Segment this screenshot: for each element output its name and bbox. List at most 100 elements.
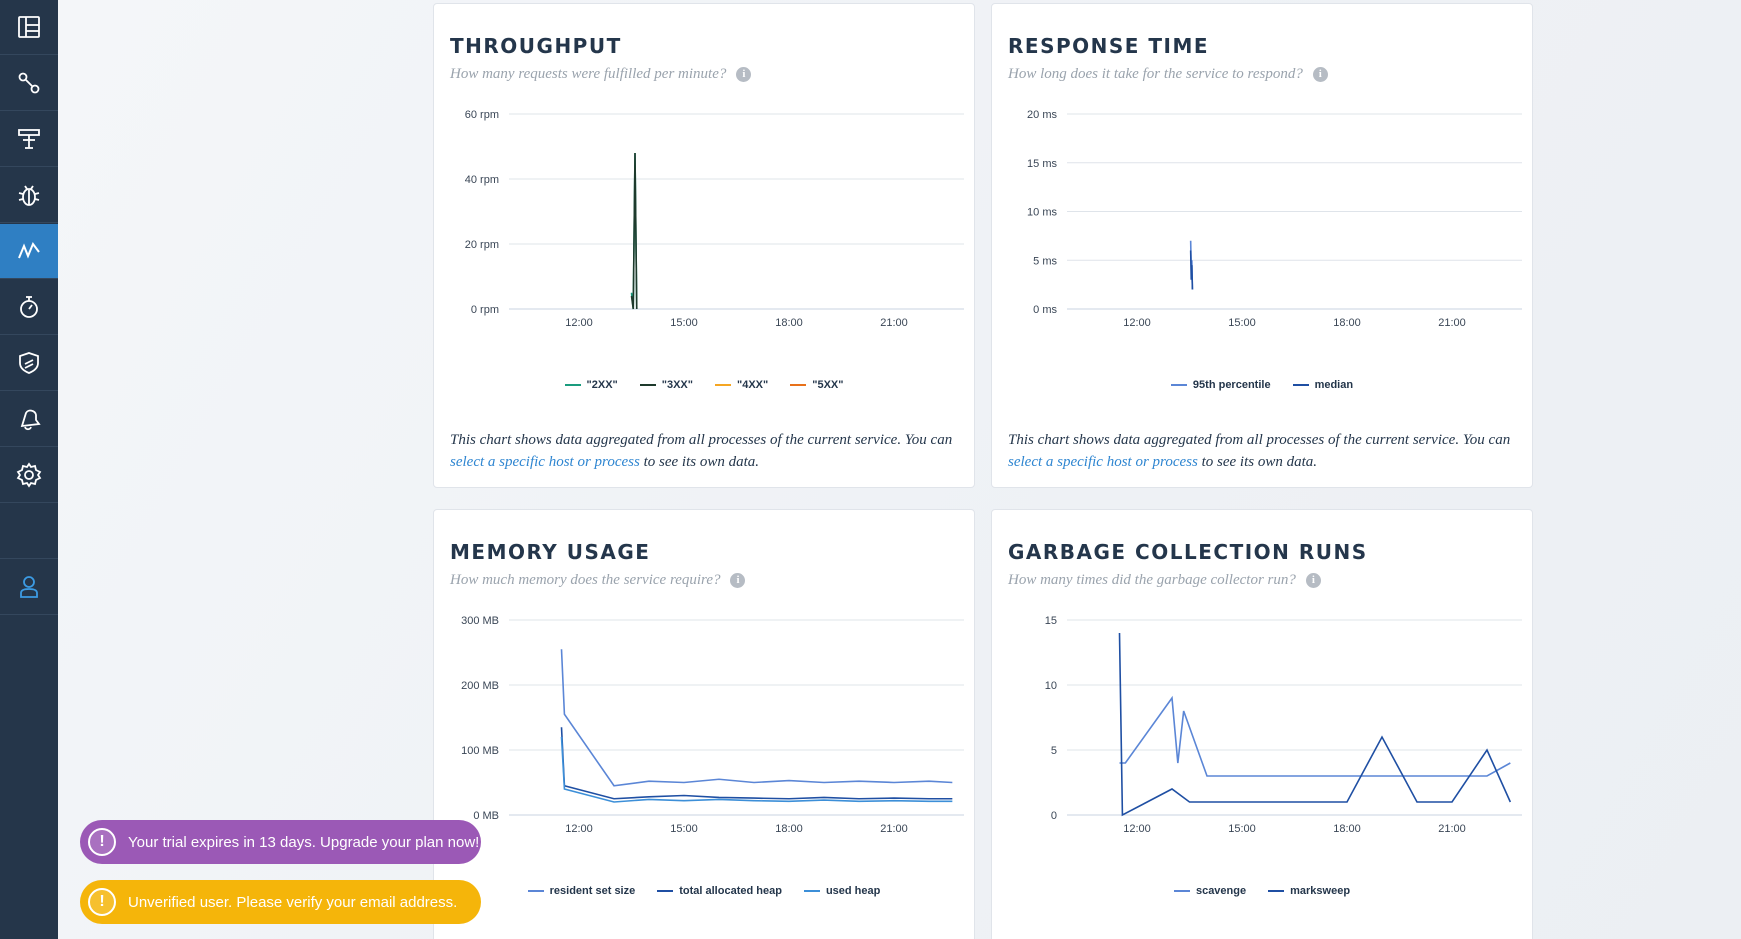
sidebar-item-traces[interactable]: [0, 112, 58, 167]
chart-legend: "2XX" "3XX" "4XX" "5XX": [434, 379, 974, 391]
legend-swatch: [1173, 890, 1190, 892]
select-host-link[interactable]: select a specific host or process: [1008, 454, 1198, 470]
y-tick-label: 20 ms: [1027, 109, 1057, 121]
toast-text: Your trial expires in 13 days. Upgrade y…: [128, 833, 480, 851]
y-tick-label: 60 rpm: [465, 109, 499, 121]
sidebar-spacer: [0, 504, 58, 559]
dashboard-icon: [18, 16, 40, 38]
legend-label: "4XX": [737, 379, 769, 391]
info-icon[interactable]: i: [1312, 67, 1328, 82]
x-tick-label: 21:00: [1438, 317, 1466, 329]
card-subtitle: How long does it take for the service to…: [1008, 66, 1328, 83]
bug-icon: [18, 185, 40, 206]
memory-usage-card: MEMORY USAGE How much memory does the se…: [433, 509, 975, 939]
legend-label: scavenge: [1195, 885, 1247, 897]
funnel-icon: [18, 129, 40, 149]
series-line: [560, 736, 953, 803]
legend-item[interactable]: 95th percentile: [1170, 379, 1271, 391]
y-tick-label: 40 rpm: [465, 174, 499, 186]
legend-item[interactable]: resident set size: [527, 885, 636, 897]
legend-item[interactable]: "3XX": [639, 379, 693, 391]
memory-usage-chart: 0 MB 100 MB 200 MB 300 MB 12:00 15:00 18:00 21:…: [461, 615, 964, 835]
info-icon[interactable]: i: [730, 573, 746, 588]
alert-icon: !: [88, 888, 116, 916]
gc-runs-chart: 0 5 10 15 12:00 15:00 18:00 21:00: [1045, 615, 1522, 835]
card-subtitle: How much memory does the service require…: [450, 572, 746, 589]
card-title: RESPONSE TIME: [1008, 34, 1210, 58]
sidebar-item-security[interactable]: [0, 336, 58, 391]
legend-swatch: [803, 890, 820, 892]
sidebar-item-timing[interactable]: [0, 280, 58, 335]
sidebar-item-account[interactable]: [0, 560, 58, 615]
y-tick-label: 10: [1045, 680, 1057, 692]
legend-item[interactable]: "4XX": [715, 379, 768, 391]
response-time-chart: 0 ms 5 ms 10 ms 15 ms 20 ms 12:00 15:00 18:00 21…: [1027, 109, 1522, 329]
x-tick-label: 15:00: [670, 317, 698, 329]
sidebar-item-errors[interactable]: [0, 168, 58, 223]
series-line: [1189, 250, 1194, 290]
x-tick-label: 12:00: [565, 317, 593, 329]
legend-item[interactable]: used heap: [803, 885, 880, 897]
legend-item[interactable]: median: [1292, 379, 1353, 391]
y-tick-label: 0: [1051, 810, 1057, 822]
series-line: [1119, 695, 1511, 777]
throughput-chart: 0 rpm 20 rpm 40 rpm 60 rpm 12:00 15:00 18:00 21…: [465, 109, 964, 329]
sidebar-item-settings[interactable]: [0, 448, 58, 503]
y-tick-label: 5 ms: [1033, 255, 1057, 267]
legend-item[interactable]: "2XX": [564, 379, 618, 391]
legend-label: marksweep: [1290, 885, 1351, 897]
y-tick-label: 15 ms: [1027, 158, 1057, 170]
legend-item[interactable]: scavenge: [1173, 885, 1247, 897]
legend-swatch: [527, 890, 544, 892]
legend-swatch: [790, 384, 807, 386]
sidebar: [0, 0, 58, 939]
sidebar-item-dependencies[interactable]: [0, 56, 58, 111]
sidebar-item-alerts[interactable]: [0, 392, 58, 447]
y-tick-label: 0 ms: [1033, 304, 1057, 316]
legend-swatch: [715, 384, 731, 386]
legend-label: total allocated heap: [679, 885, 782, 897]
x-tick-label: 21:00: [880, 317, 908, 329]
info-icon[interactable]: i: [1305, 573, 1321, 588]
trial-toast[interactable]: ! Your trial expires in 13 days. Upgrade…: [80, 820, 481, 864]
y-tick-label: 20 rpm: [465, 239, 499, 251]
legend-label: 95th percentile: [1192, 379, 1271, 391]
x-tick-label: 18:00: [775, 317, 803, 329]
chart-legend: 95th percentile median: [992, 379, 1532, 391]
sidebar-item-metrics[interactable]: [0, 224, 58, 279]
series-line: [560, 727, 953, 800]
x-tick-label: 12:00: [1123, 317, 1151, 329]
y-tick-label: 0 rpm: [471, 304, 499, 316]
legend-item[interactable]: marksweep: [1268, 885, 1350, 897]
x-tick-label: 21:00: [880, 823, 908, 835]
card-title: THROUGHPUT: [450, 34, 622, 58]
toast-text: Unverified user. Please verify your emai…: [128, 893, 458, 911]
x-tick-label: 18:00: [775, 823, 803, 835]
series-line: [630, 152, 638, 310]
legend-label: resident set size: [549, 885, 636, 897]
stopwatch-icon: [20, 296, 38, 318]
info-icon[interactable]: i: [736, 67, 752, 82]
y-tick-label: 0 MB: [473, 810, 499, 822]
x-tick-label: 15:00: [670, 823, 698, 835]
card-title: GARBAGE COLLECTION RUNS: [1008, 540, 1368, 564]
verify-email-toast[interactable]: ! Unverified user. Please verify your em…: [80, 880, 481, 924]
card-title: MEMORY USAGE: [450, 540, 651, 564]
y-tick-label: 200 MB: [461, 680, 499, 692]
gc-runs-card: GARBAGE COLLECTION RUNS How many times d…: [991, 509, 1533, 939]
legend-label: "2XX": [586, 379, 618, 391]
y-tick-label: 15: [1045, 615, 1057, 627]
legend-item[interactable]: total allocated heap: [657, 885, 782, 897]
select-host-link[interactable]: select a specific host or process: [450, 454, 640, 470]
user-icon: [20, 576, 38, 598]
y-tick-label: 10 ms: [1027, 207, 1057, 219]
legend-swatch: [657, 890, 674, 892]
legend-item[interactable]: "5XX": [790, 379, 843, 391]
metrics-icon: [18, 242, 40, 259]
legend-swatch: [564, 384, 581, 386]
x-tick-label: 15:00: [1228, 317, 1256, 329]
series-line: [1118, 632, 1512, 817]
chart-legend: resident set size total allocated heap use…: [434, 885, 974, 897]
legend-swatch: [639, 384, 656, 386]
sidebar-item-dashboard[interactable]: [0, 0, 58, 55]
